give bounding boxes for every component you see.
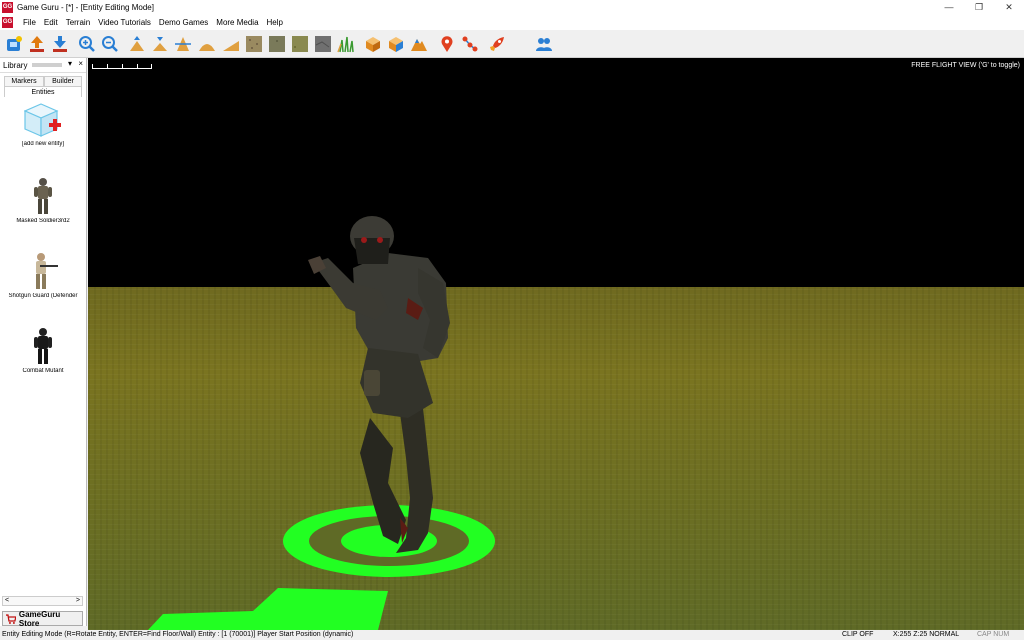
store-label: GameGuru Store xyxy=(18,609,61,628)
player-start-marker[interactable] xyxy=(148,505,495,630)
library-tabs: Markers Builder Entities xyxy=(0,72,86,97)
social-vr-button[interactable] xyxy=(534,34,554,54)
mutant-thumbnail-icon xyxy=(34,328,52,364)
menu-demo-games[interactable]: Demo Games xyxy=(155,15,212,30)
path-nodes-icon xyxy=(462,36,478,52)
open-icon xyxy=(30,36,44,52)
load-level-button[interactable] xyxy=(27,34,47,54)
scene-overlay xyxy=(148,216,495,630)
texture-rock-icon xyxy=(315,36,331,52)
zoom-out-button[interactable] xyxy=(100,34,120,54)
tab-markers[interactable]: Markers xyxy=(4,76,44,86)
cart-icon xyxy=(6,613,16,624)
lower-terrain-icon xyxy=(153,37,167,51)
app-logo-icon: GG xyxy=(2,2,13,13)
terrain-mode-button[interactable] xyxy=(409,34,429,54)
texture-grass-icon xyxy=(269,36,285,52)
library-item-combat-mutant[interactable]: Combat Mutant xyxy=(0,326,86,374)
waypoint-button[interactable] xyxy=(437,34,457,54)
blend-terrain-icon xyxy=(199,44,215,51)
window-title: Game Guru - [*] - [Entity Editing Mode] xyxy=(17,3,154,12)
library-header: Library ▾ × xyxy=(0,58,86,72)
paint-texture-2-button[interactable] xyxy=(267,34,287,54)
rocket-icon xyxy=(490,37,504,51)
ramp-terrain-button[interactable] xyxy=(221,34,241,54)
close-window-button[interactable]: ✕ xyxy=(994,0,1024,15)
library-title: Library xyxy=(3,60,28,70)
status-mode-text: Entity Editing Mode (R=Rotate Entity, EN… xyxy=(2,631,354,638)
save-level-button[interactable] xyxy=(50,34,70,54)
library-panel: Library ▾ × Markers Builder Entities [ad… xyxy=(0,58,87,628)
minimize-button[interactable]: — xyxy=(934,0,964,15)
scroll-right-icon[interactable]: > xyxy=(76,597,80,605)
entity-cube-icon xyxy=(366,37,380,52)
location-pin-icon xyxy=(441,36,453,52)
add-entity-icon xyxy=(24,103,61,137)
marker-mode-button[interactable] xyxy=(386,34,406,54)
editor-viewport[interactable]: FREE FLIGHT VIEW ('G' to toggle) xyxy=(88,58,1024,630)
guard-thumbnail-icon xyxy=(36,253,58,289)
paint-texture-4-button[interactable] xyxy=(313,34,333,54)
menu-help[interactable]: Help xyxy=(263,15,287,30)
menu-more-media[interactable]: More Media xyxy=(212,15,262,30)
library-item-add-entity[interactable]: [add new entity] xyxy=(0,101,86,147)
save-icon xyxy=(53,36,67,52)
library-item-label: [add new entity] xyxy=(21,141,65,147)
menu-video-tutorials[interactable]: Video Tutorials xyxy=(94,15,155,30)
library-pin-icon[interactable]: ▾ xyxy=(68,59,72,68)
app-menu-icon[interactable]: GG xyxy=(2,17,13,28)
library-item-label: Shotgun Guard (Defender xyxy=(8,293,78,299)
title-bar: GG Game Guru - [*] - [Entity Editing Mod… xyxy=(0,0,1024,15)
paint-grass-button[interactable] xyxy=(336,34,356,54)
grass-icon xyxy=(337,36,354,53)
zoom-in-button[interactable] xyxy=(77,34,97,54)
zoom-in-icon xyxy=(79,36,95,52)
new-icon xyxy=(7,36,22,51)
main-toolbar xyxy=(0,30,1024,58)
raise-terrain-button[interactable] xyxy=(127,34,147,54)
library-item-masked-soldier[interactable]: Masked Soldier3rd2 xyxy=(0,176,86,224)
menu-file[interactable]: File xyxy=(19,15,40,30)
library-scrollbar[interactable]: < > xyxy=(2,596,83,606)
menu-terrain[interactable]: Terrain xyxy=(62,15,94,30)
entity-mode-button[interactable] xyxy=(363,34,383,54)
status-key-indicators: CAP NUM SCRL xyxy=(977,631,1010,638)
waypoint-path-button[interactable] xyxy=(460,34,480,54)
zoom-out-icon xyxy=(102,36,118,52)
raise-terrain-icon xyxy=(130,36,144,51)
status-clip: CLIP OFF xyxy=(842,631,874,638)
texture-dirt-icon xyxy=(246,36,262,52)
menu-bar: GG File Edit Terrain Video Tutorials Dem… xyxy=(0,15,1024,30)
restore-button[interactable]: ❐ xyxy=(964,0,994,15)
soldier-thumbnail-icon xyxy=(34,178,52,214)
status-bar: Entity Editing Mode (R=Rotate Entity, EN… xyxy=(0,630,1024,640)
library-item-label: Combat Mutant xyxy=(22,368,64,374)
paint-texture-3-button[interactable] xyxy=(290,34,310,54)
gameguru-store-button[interactable]: GameGuru Store xyxy=(2,609,83,628)
library-close-icon[interactable]: × xyxy=(78,59,83,68)
window-controls: — ❐ ✕ xyxy=(934,0,1024,15)
texture-moss-icon xyxy=(292,36,308,52)
new-level-button[interactable] xyxy=(4,34,24,54)
library-item-list: [add new entity] Masked Soldier3rd2 Shot… xyxy=(0,96,86,596)
library-item-label: Masked Soldier3rd2 xyxy=(16,218,70,224)
level-terrain-icon xyxy=(175,37,191,51)
terrain-mountain-icon xyxy=(411,39,427,51)
lower-terrain-button[interactable] xyxy=(150,34,170,54)
marker-cube-icon xyxy=(389,37,403,52)
library-item-shotgun-guard[interactable]: Shotgun Guard (Defender xyxy=(0,251,86,299)
ramp-terrain-icon xyxy=(223,41,239,51)
users-icon xyxy=(536,38,552,51)
level-terrain-button[interactable] xyxy=(173,34,193,54)
paint-texture-1-button[interactable] xyxy=(244,34,264,54)
scroll-left-icon[interactable]: < xyxy=(5,597,9,605)
blend-terrain-button[interactable] xyxy=(197,34,217,54)
menu-edit[interactable]: Edit xyxy=(40,15,62,30)
library-drag-handle[interactable] xyxy=(32,63,62,67)
character-model-masked-soldier[interactable] xyxy=(308,216,450,553)
status-coordinates: X:255 Z:25 NORMAL xyxy=(893,631,960,638)
test-game-button[interactable] xyxy=(487,34,507,54)
tab-builder[interactable]: Builder xyxy=(44,76,82,86)
